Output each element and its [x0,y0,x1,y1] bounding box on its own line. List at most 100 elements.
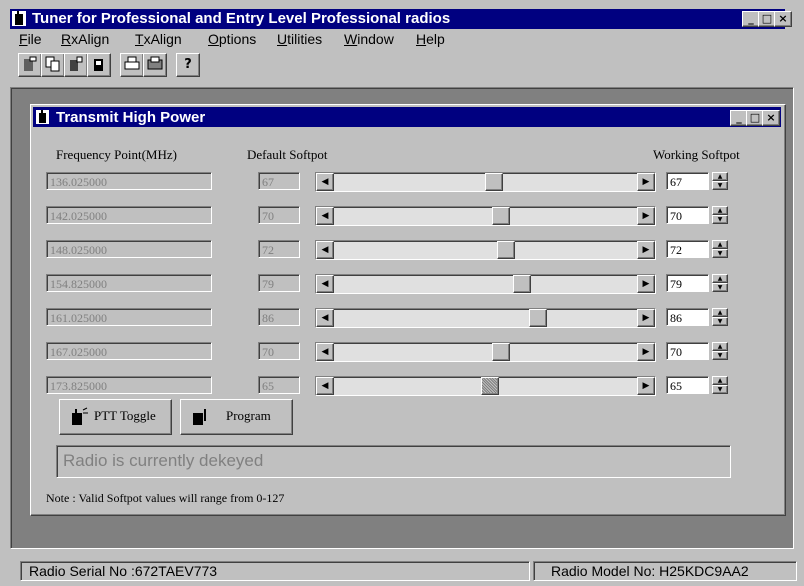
app-icon[interactable] [12,11,26,26]
slider-left-arrow-button[interactable]: ◀ [316,173,334,191]
spin-down-button[interactable]: ▼ [712,181,728,190]
softpot-slider[interactable]: ◀ ▶ [315,342,656,362]
radio-read-button[interactable] [64,53,88,77]
softpot-slider[interactable]: ◀ ▶ [315,240,656,260]
working-softpot-input[interactable]: 72 [666,240,709,258]
right-arrow-icon: ▶ [642,211,650,221]
program-radio-icon [193,409,206,425]
softpot-slider[interactable]: ◀ ▶ [315,206,656,226]
spin-down-button[interactable]: ▼ [712,317,728,326]
slider-right-arrow-button[interactable]: ▶ [637,241,655,259]
program-label: Program [226,408,271,423]
frequency-field: 167.025000 [46,342,212,360]
help-button[interactable]: ? [176,53,200,77]
softpot-spinner[interactable]: ▲ ▼ [712,274,728,292]
menu-utilities[interactable]: Utilities [277,31,322,47]
working-softpot-input[interactable]: 86 [666,308,709,326]
radio-status-text: Radio is currently dekeyed [63,451,264,470]
working-softpot-input[interactable]: 67 [666,172,709,190]
left-arrow-icon: ◀ [321,381,329,391]
spin-down-button[interactable]: ▼ [712,385,728,394]
frequency-header: Frequency Point(MHz) [56,147,177,162]
transmit-high-power-window: Transmit High Power _ □ × Frequency Poin… [30,104,786,516]
right-arrow-icon: ▶ [642,245,650,255]
spin-up-button[interactable]: ▲ [712,274,728,283]
softpot-slider[interactable]: ◀ ▶ [315,172,656,192]
softpot-slider[interactable]: ◀ ▶ [315,308,656,328]
child-close-button[interactable]: × [762,110,780,126]
working-softpot-input[interactable]: 79 [666,274,709,292]
menu-help[interactable]: Help [416,31,445,47]
close-button[interactable]: × [774,11,792,27]
softpot-spinner[interactable]: ▲ ▼ [712,342,728,360]
frequency-field: 148.025000 [46,240,212,258]
spin-down-button[interactable]: ▼ [712,351,728,360]
spin-up-button[interactable]: ▲ [712,206,728,215]
copy-button[interactable] [41,53,65,77]
program-button[interactable]: Program [180,399,293,435]
default-softpot-field: 79 [258,274,300,292]
slider-left-arrow-button[interactable]: ◀ [316,377,334,395]
slider-thumb[interactable] [481,377,499,395]
menu-window[interactable]: Window [344,31,394,47]
spin-up-button[interactable]: ▲ [712,172,728,181]
menu-rxalign[interactable]: RxAlign [61,31,109,47]
frequency-field: 161.025000 [46,308,212,326]
ptt-toggle-button[interactable]: PTT Toggle [59,399,172,435]
softpot-spinner[interactable]: ▲ ▼ [712,172,728,190]
spin-down-button[interactable]: ▼ [712,249,728,258]
default-softpot-field: 65 [258,376,300,394]
slider-thumb[interactable] [492,207,510,225]
softpot-spinner[interactable]: ▲ ▼ [712,206,728,224]
slider-thumb[interactable] [497,241,515,259]
slider-left-arrow-button[interactable]: ◀ [316,275,334,293]
radio-app-icon [15,11,23,25]
slider-right-arrow-button[interactable]: ▶ [637,173,655,191]
down-arrow-icon: ▼ [717,284,723,291]
working-softpot-input[interactable]: 65 [666,376,709,394]
slider-thumb[interactable] [492,343,510,361]
default-softpot-field: 70 [258,206,300,224]
spin-down-button[interactable]: ▼ [712,283,728,292]
spin-down-button[interactable]: ▼ [712,215,728,224]
softpot-spinner[interactable]: ▲ ▼ [712,376,728,394]
softpot-slider[interactable]: ◀ ▶ [315,376,656,396]
radio-icon [39,110,46,123]
print-button[interactable] [120,53,144,77]
slider-left-arrow-button[interactable]: ◀ [316,343,334,361]
softpot-spinner[interactable]: ▲ ▼ [712,240,728,258]
right-arrow-icon: ▶ [642,381,650,391]
print-preview-button[interactable] [143,53,167,77]
spin-up-button[interactable]: ▲ [712,308,728,317]
child-title-bar[interactable]: Transmit High Power _ □ × [33,107,781,127]
slider-right-arrow-button[interactable]: ▶ [637,207,655,225]
slider-thumb[interactable] [513,275,531,293]
slider-left-arrow-button[interactable]: ◀ [316,207,334,225]
radio-write-button[interactable] [87,53,111,77]
menu-file[interactable]: File [19,31,42,47]
slider-right-arrow-button[interactable]: ▶ [637,343,655,361]
slider-thumb[interactable] [485,173,503,191]
left-arrow-icon: ◀ [321,245,329,255]
working-softpot-input[interactable]: 70 [666,206,709,224]
slider-thumb[interactable] [529,309,547,327]
spin-up-button[interactable]: ▲ [712,342,728,351]
softpot-slider[interactable]: ◀ ▶ [315,274,656,294]
softpot-spinner[interactable]: ▲ ▼ [712,308,728,326]
slider-right-arrow-button[interactable]: ▶ [637,309,655,327]
working-softpot-input[interactable]: 70 [666,342,709,360]
down-arrow-icon: ▼ [717,182,723,189]
open-radio-button[interactable] [18,53,42,77]
slider-left-arrow-button[interactable]: ◀ [316,241,334,259]
slider-left-arrow-button[interactable]: ◀ [316,309,334,327]
slider-right-arrow-button[interactable]: ▶ [637,377,655,395]
down-arrow-icon: ▼ [717,352,723,359]
left-arrow-icon: ◀ [321,347,329,357]
main-title-bar[interactable]: Tuner for Professional and Entry Level P… [10,9,792,29]
menu-txalign[interactable]: TxAlign [135,31,182,47]
menu-options[interactable]: Options [208,31,256,47]
slider-right-arrow-button[interactable]: ▶ [637,275,655,293]
child-app-icon[interactable] [36,110,49,124]
spin-up-button[interactable]: ▲ [712,376,728,385]
spin-up-button[interactable]: ▲ [712,240,728,249]
